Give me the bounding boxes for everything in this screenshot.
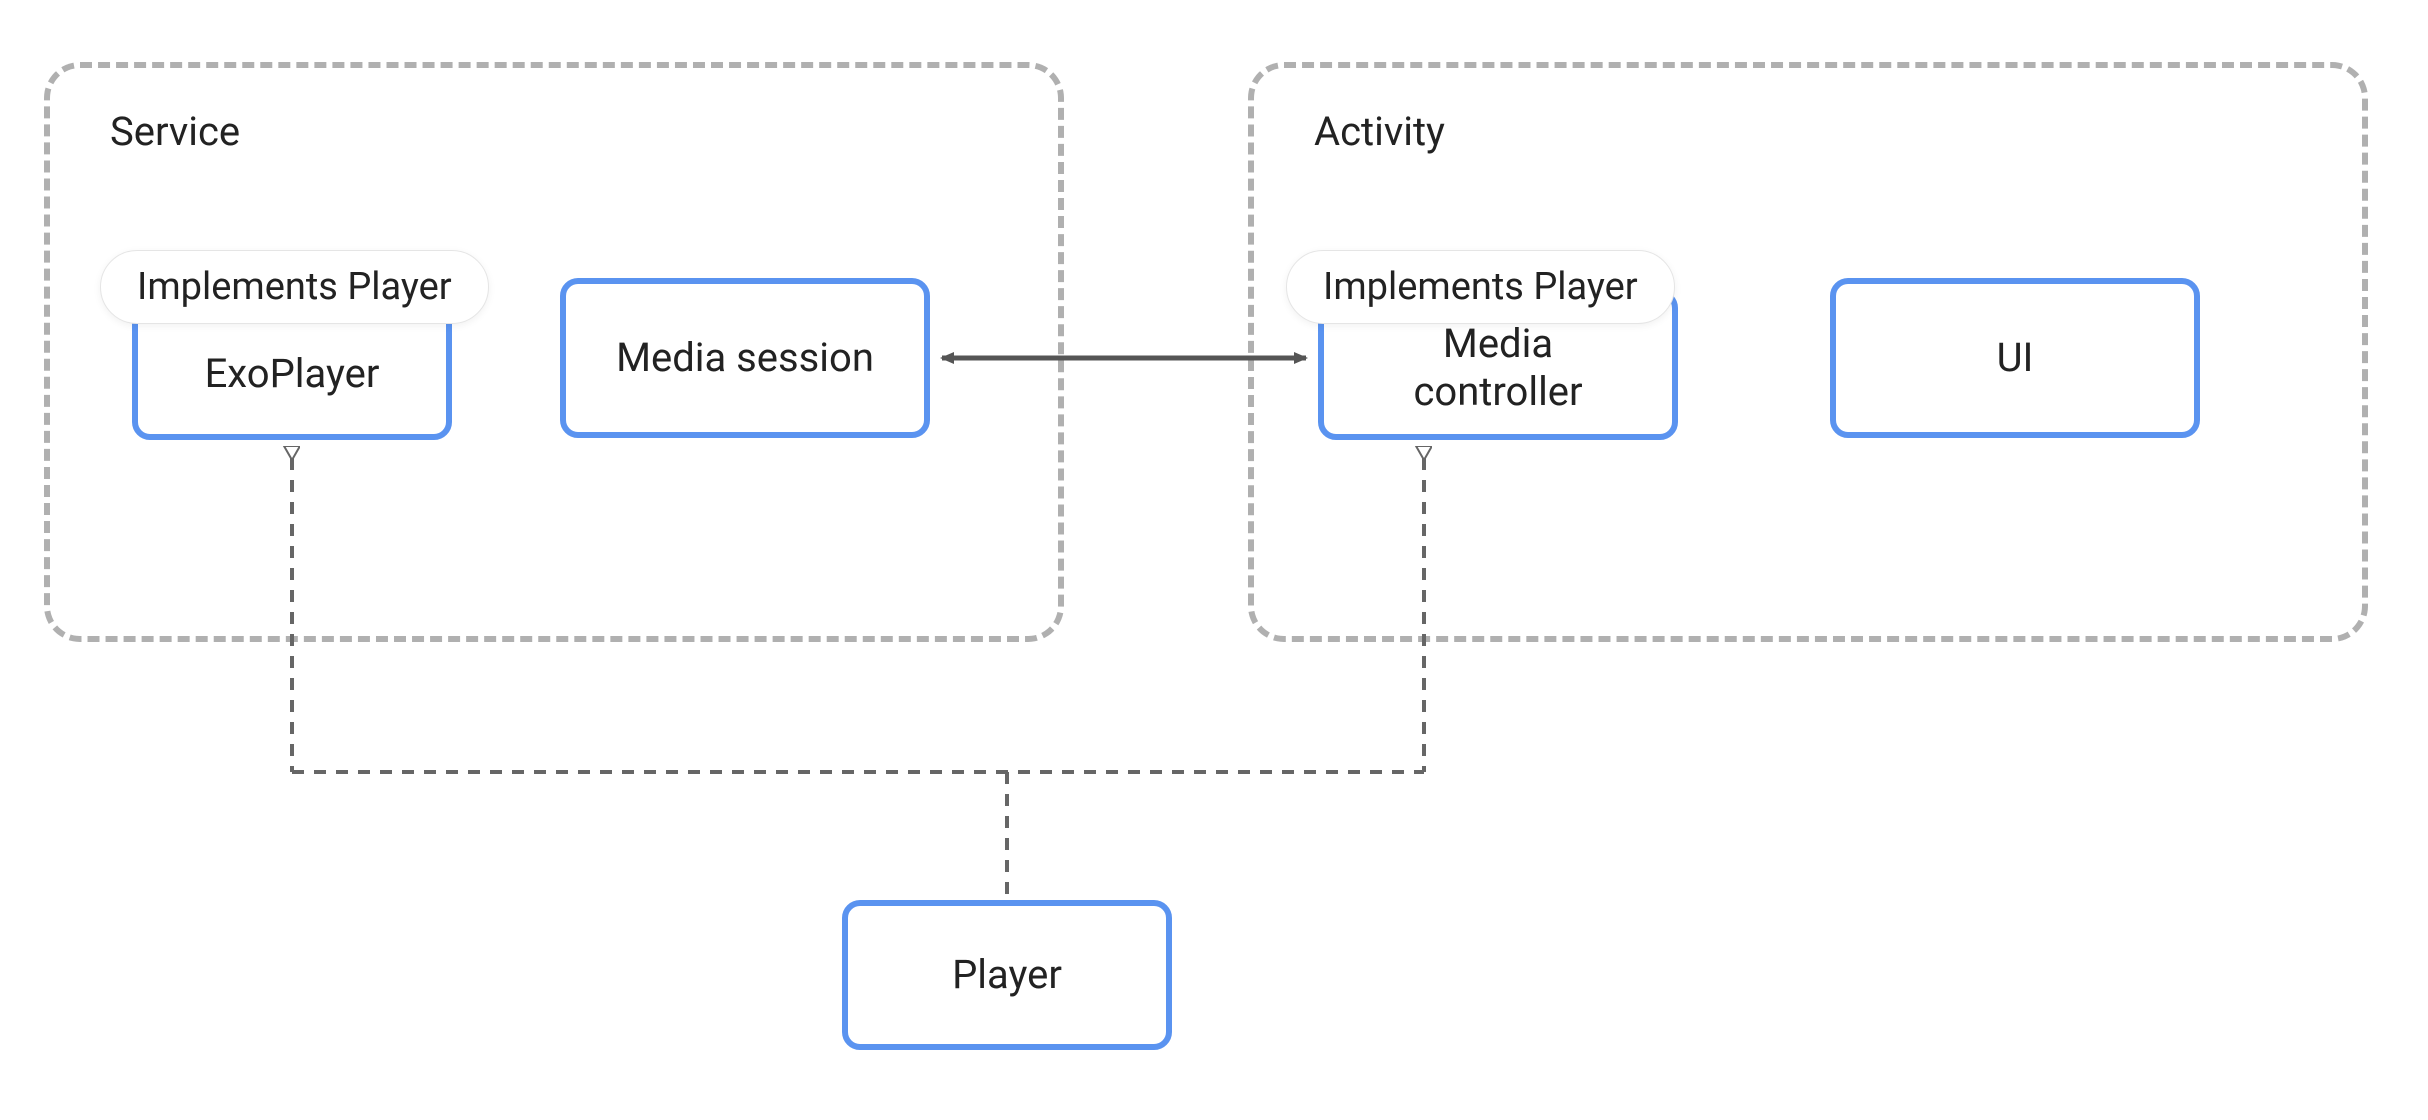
badge-media-controller-implements: Implements Player (1286, 250, 1675, 324)
architecture-diagram: Service Activity ExoPlayer Implements Pl… (0, 0, 2428, 1120)
node-ui-label: UI (1997, 334, 2034, 382)
container-activity-label: Activity (1314, 108, 1445, 155)
node-ui: UI (1830, 278, 2200, 438)
node-player: Player (842, 900, 1172, 1050)
node-media-session: Media session (560, 278, 930, 438)
node-exoplayer-label: ExoPlayer (132, 350, 452, 397)
node-media-controller-label: Media controller (1318, 320, 1678, 416)
container-service-label: Service (110, 108, 240, 155)
node-player-label: Player (952, 951, 1062, 999)
node-media-session-label: Media session (616, 334, 874, 382)
badge-exoplayer-implements: Implements Player (100, 250, 489, 324)
